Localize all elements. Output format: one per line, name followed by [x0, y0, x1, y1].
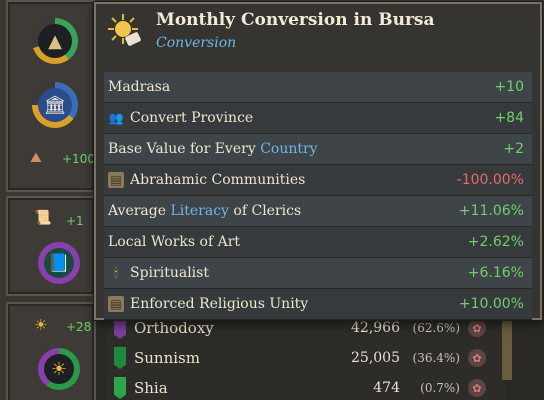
stat-value-1: +100 — [62, 152, 95, 166]
modifier-label: 🕯 Spiritualist — [108, 265, 209, 281]
scroll-icon: ▤ — [108, 296, 124, 312]
tooltip-subtitle: Conversion — [156, 35, 237, 51]
religion-roundel[interactable]: 📘 — [38, 242, 80, 284]
modifier-label: Base Value for Every Country — [108, 141, 318, 157]
sun-icon: ☀ — [34, 316, 48, 334]
modifier-row: Local Works of Art +2.62% — [104, 227, 532, 258]
religion-flag — [114, 377, 126, 399]
modifier-row: Average Literacy of Clerics +11.06% — [104, 196, 532, 227]
dev-icon: ⛰ — [30, 150, 42, 166]
modifier-row: ▤ Enforced Religious Unity +10.00% — [104, 289, 532, 320]
literacy-link[interactable]: Literacy — [170, 203, 228, 219]
religion-count: 42,966 — [351, 320, 400, 336]
modifier-value: +10 — [494, 79, 524, 95]
people-icon: 👥 — [108, 111, 124, 125]
modifier-value: +84 — [494, 110, 524, 126]
religion-percent: (36.4%) — [412, 351, 460, 365]
religion-name: Sunnism — [134, 349, 200, 367]
modifier-label: ▤ Abrahamic Communities — [108, 172, 305, 188]
religion-flag — [114, 347, 126, 369]
modifier-label: ▤ Enforced Religious Unity — [108, 296, 308, 312]
conversion-panel: ☀ +28 ☀ — [6, 302, 96, 400]
scroll-icon: 📜 — [34, 210, 52, 226]
religion-list: Orthodoxy 42,966 (62.6%) ✿ Sunnism 25,00… — [106, 308, 506, 400]
modifier-label: 👥 Convert Province — [108, 110, 254, 126]
religion-name: Orthodoxy — [134, 319, 214, 337]
modifier-value: +2 — [503, 141, 524, 157]
modifier-list: Madrasa +10 👥 Convert Province +84 Base V… — [104, 72, 532, 320]
convert-icon[interactable]: ✿ — [468, 379, 486, 397]
religion-percent: (0.7%) — [420, 381, 460, 395]
modifier-label: Local Works of Art — [108, 234, 241, 250]
tooltip-title: Monthly Conversion in Bursa — [156, 10, 435, 30]
temple-icon: 🏛 — [38, 88, 72, 122]
game-screen: ▲ 🏛 ⛰ +100 📜 +1 📘 ☀ +28 ☀ Orthodoxy 42,9… — [0, 0, 544, 400]
stat-value-2: +1 — [66, 214, 84, 228]
government-roundel[interactable]: 🏛 — [32, 82, 78, 128]
conversion-icon — [108, 14, 141, 46]
left-sidebar: ▲ 🏛 ⛰ +100 📜 +1 📘 ☀ +28 ☀ — [0, 0, 96, 400]
convert-icon[interactable]: ✿ — [468, 319, 486, 337]
modifier-value: -100.00% — [456, 172, 524, 188]
conversion-tooltip: Monthly Conversion in Bursa Conversion M… — [94, 2, 542, 320]
religion-percent: (62.6%) — [412, 321, 460, 335]
candle-icon: 🕯 — [114, 265, 118, 280]
modifier-row: Base Value for Every Country +2 — [104, 134, 532, 165]
sun-roundel-icon: ☀ — [44, 354, 74, 384]
book-icon: 📘 — [44, 248, 74, 278]
modifier-row: 👥 Convert Province +84 — [104, 103, 532, 134]
religion-name: Shia — [134, 379, 168, 397]
religion-count: 474 — [373, 380, 400, 396]
scroll-icon: ▤ — [108, 172, 124, 188]
conversion-roundel[interactable]: ☀ — [38, 348, 80, 390]
modifier-value: +11.06% — [458, 203, 524, 219]
estate-panel: ▲ 🏛 ⛰ +100 — [6, 0, 96, 192]
convert-icon[interactable]: ✿ — [468, 349, 486, 367]
list-item[interactable]: Shia 474 (0.7%) ✿ — [114, 374, 506, 400]
modifier-value: +10.00% — [458, 296, 524, 312]
religion-flag — [114, 317, 126, 339]
religion-count: 25,005 — [351, 350, 400, 366]
tooltip-header: Monthly Conversion in Bursa Conversion — [96, 4, 540, 62]
modifier-row: 🕯 Spiritualist +6.16% — [104, 258, 532, 289]
modifier-value: +6.16% — [467, 265, 524, 281]
modifier-row: Madrasa +10 — [104, 72, 532, 103]
pyramid-roundel[interactable]: ▲ — [32, 18, 78, 64]
modifier-row: ▤ Abrahamic Communities -100.00% — [104, 165, 532, 196]
modifier-value: +2.62% — [467, 234, 524, 250]
stat-value-3: +28 — [66, 320, 92, 334]
list-item[interactable]: Sunnism 25,005 (36.4%) ✿ — [114, 344, 506, 372]
pyramid-icon: ▲ — [38, 24, 72, 58]
modifier-label: Madrasa — [108, 79, 171, 95]
religion-summary-panel: 📜 +1 📘 — [6, 196, 96, 296]
country-link[interactable]: Country — [260, 141, 317, 157]
modifier-label: Average Literacy of Clerics — [108, 203, 302, 219]
